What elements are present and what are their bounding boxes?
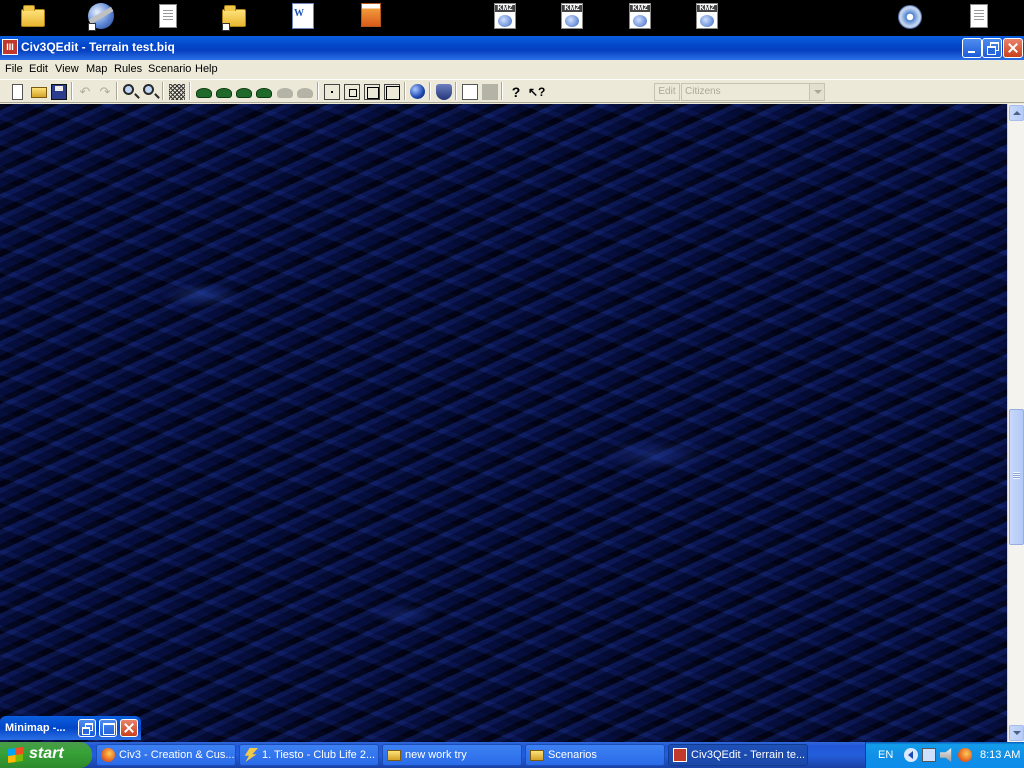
overlay-icon[interactable] (216, 88, 232, 98)
open-folder-icon[interactable] (31, 87, 47, 98)
kmz-file-icon[interactable]: KMZ (694, 3, 720, 31)
clock[interactable]: 8:13 AM (980, 749, 1020, 761)
task-button-firefox[interactable]: Civ3 - Creation & Cus... (96, 744, 236, 766)
google-earth-icon[interactable] (88, 3, 114, 31)
folder-shortcut-icon[interactable] (222, 3, 248, 31)
scroll-up-button[interactable] (1009, 105, 1024, 121)
screen: W KMZ KMZ KMZ KMZ III Civ3QEdit - Terrai… (0, 0, 1024, 768)
hills-icon[interactable] (236, 88, 252, 98)
app-window: III Civ3QEdit - Terrain test.biq File Ed… (0, 36, 1024, 742)
archive-icon[interactable] (358, 3, 384, 31)
start-label: start (29, 745, 64, 762)
brush-size-3-icon[interactable] (364, 84, 380, 100)
task-button-scenarios[interactable]: Scenarios (525, 744, 665, 766)
redo-icon[interactable]: ↷ (97, 84, 113, 100)
minimap-window[interactable]: Minimap -... (0, 716, 141, 740)
task-button-new-work-try[interactable]: new work try (382, 744, 522, 766)
brush-size-4-icon[interactable] (384, 84, 400, 100)
kmz-file-icon[interactable]: KMZ (559, 3, 585, 31)
show-hidden-icons-icon[interactable] (904, 748, 918, 762)
toolbar-separator (317, 82, 319, 100)
object-type-combo[interactable]: Citizens (681, 83, 825, 101)
save-disk-icon[interactable] (51, 84, 67, 100)
resource-icon[interactable] (277, 88, 293, 98)
start-button[interactable]: start (0, 742, 92, 768)
language-indicator[interactable]: EN (878, 749, 893, 761)
close-button[interactable] (1003, 38, 1023, 58)
edit-button[interactable]: Edit (654, 83, 680, 101)
firefox-tray-icon[interactable] (958, 748, 972, 762)
minimap-close-button[interactable] (120, 719, 138, 737)
vertical-scrollbar[interactable] (1007, 104, 1024, 742)
network-icon[interactable] (922, 748, 936, 762)
context-help-icon[interactable]: ↖? (528, 84, 545, 100)
windows-logo-icon (8, 746, 23, 764)
folder-icon[interactable] (21, 3, 47, 31)
menu-edit[interactable]: Edit (29, 63, 48, 75)
kmz-file-icon[interactable]: KMZ (492, 3, 518, 31)
civilization-shield-icon[interactable] (436, 84, 452, 100)
combo-value: Citizens (685, 86, 721, 97)
media-player-icon[interactable] (898, 3, 924, 31)
menu-scenario[interactable]: Scenario (148, 63, 191, 75)
scroll-thumb[interactable] (1009, 409, 1024, 545)
properties-icon[interactable] (462, 84, 478, 100)
winamp-icon (244, 748, 258, 762)
help-icon[interactable]: ? (508, 84, 524, 100)
document-icon[interactable] (966, 3, 992, 31)
document-icon[interactable] (155, 3, 181, 31)
toolbar-separator (162, 82, 164, 100)
window-title: Civ3QEdit - Terrain test.biq (21, 40, 175, 54)
folder-icon (387, 750, 401, 761)
menu-help[interactable]: Help (195, 63, 218, 75)
civ3qedit-icon (673, 748, 687, 762)
toolbar-separator (404, 82, 406, 100)
toolbar-separator (501, 82, 503, 100)
mountains-icon[interactable] (256, 88, 272, 98)
firefox-icon (101, 748, 115, 762)
kmz-file-icon[interactable]: KMZ (627, 3, 653, 31)
desktop-icon-strip: W KMZ KMZ KMZ KMZ (0, 0, 1024, 36)
new-file-icon[interactable] (12, 84, 23, 100)
folder-icon (530, 750, 544, 761)
chevron-down-icon[interactable] (809, 84, 824, 100)
volume-icon[interactable] (940, 748, 952, 762)
minimap-restore-button[interactable] (78, 719, 96, 737)
brush-size-2-icon[interactable] (344, 84, 360, 100)
menu-view[interactable]: View (55, 63, 79, 75)
menu-file[interactable]: File (5, 63, 23, 75)
toolbar-separator (429, 82, 431, 100)
app-icon[interactable]: III (2, 39, 18, 55)
minimap-maximize-button[interactable] (99, 719, 117, 737)
toolbar-separator (71, 82, 73, 100)
scroll-down-button[interactable] (1009, 725, 1024, 741)
terrain-icon[interactable] (196, 88, 212, 98)
restore-button[interactable] (982, 38, 1002, 58)
word-document-icon[interactable]: W (290, 3, 316, 31)
flag-icon[interactable] (482, 84, 498, 100)
minimap-title: Minimap -... (5, 722, 66, 734)
task-button-winamp[interactable]: 1. Tiesto - Club Life 2... (239, 744, 379, 766)
minimize-button[interactable] (962, 38, 982, 58)
brush-size-1-icon[interactable] (324, 84, 340, 100)
toolbar-separator (189, 82, 191, 100)
task-button-civ3qedit[interactable]: Civ3QEdit - Terrain te... (668, 744, 808, 766)
undo-icon[interactable]: ↶ (77, 84, 93, 100)
world-icon[interactable] (410, 84, 425, 99)
zoom-out-icon[interactable] (143, 84, 154, 95)
map-canvas[interactable] (0, 104, 1007, 742)
toolbar: ↶ ↷ ? ↖? Edit Citizens (0, 79, 1024, 103)
menu-map[interactable]: Map (86, 63, 107, 75)
menu-bar: File Edit View Map Rules Scenario Help (0, 60, 1024, 78)
toolbar-separator (116, 82, 118, 100)
title-bar[interactable]: III Civ3QEdit - Terrain test.biq (0, 36, 1024, 60)
menu-rules[interactable]: Rules (114, 63, 142, 75)
unit-icon[interactable] (297, 88, 313, 98)
zoom-in-icon[interactable] (123, 84, 134, 95)
grid-toggle-icon[interactable] (169, 84, 185, 100)
toolbar-separator (455, 82, 457, 100)
taskbar: start Civ3 - Creation & Cus... 1. Tiesto… (0, 742, 1024, 768)
system-tray: EN 8:13 AM (865, 742, 1024, 768)
